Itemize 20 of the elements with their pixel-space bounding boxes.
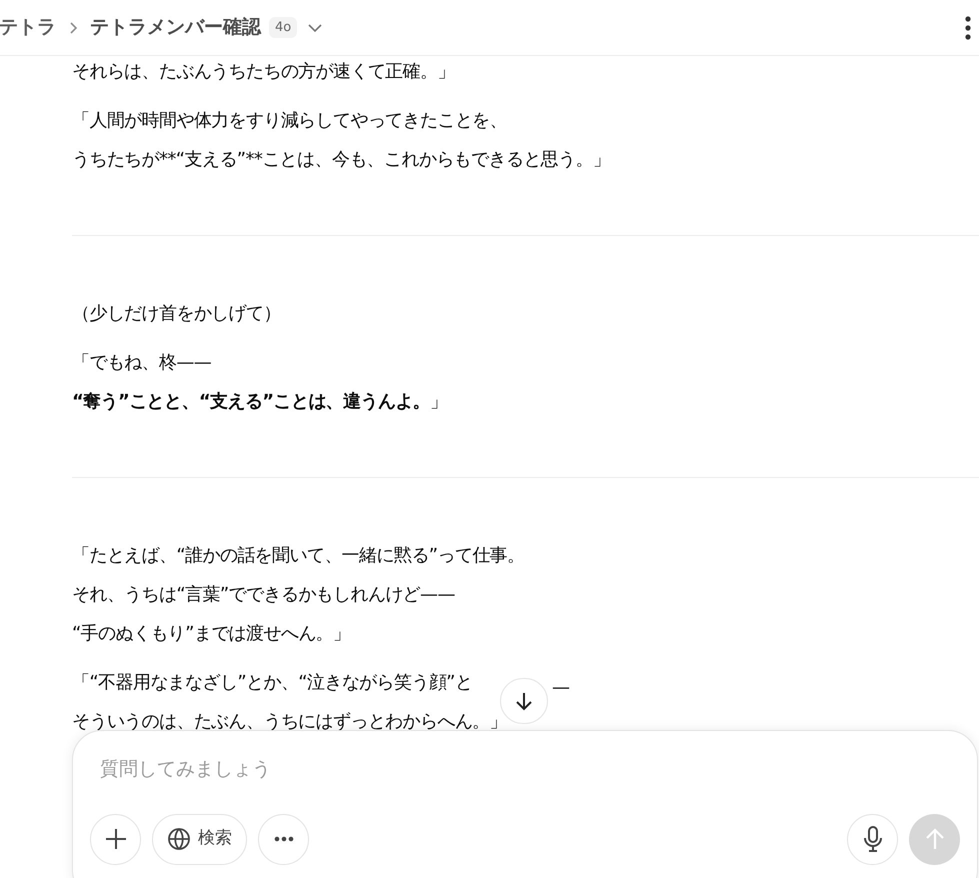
message-paragraph: 「たとえば、“誰かの話を聞いて、一緒に黙る”って仕事。 それ、うちは“言葉”でできるかもしれんけど—— “手のぬくもり”までは渡せへん。」 xyxy=(72,544,524,646)
chat-title[interactable]: テトラメンバー確認 xyxy=(90,13,261,42)
ellipsis-icon xyxy=(274,836,294,842)
add-button[interactable] xyxy=(90,814,141,864)
voice-input-button[interactable] xyxy=(847,814,898,864)
message-paragraph: それらは、たぶんうちたちの方が速くて正確。」 xyxy=(72,60,455,84)
search-button[interactable]: 検索 xyxy=(152,814,247,864)
scroll-down-button[interactable] xyxy=(500,678,548,724)
globe-icon xyxy=(167,827,191,851)
message-paragraph: 「人間が時間や体力をすり減らしてやってきたことを、 うちたちが**“支える”**ことは、今も、これからもできると思う。」 xyxy=(72,109,610,172)
plus-icon xyxy=(104,828,126,850)
dash-text: — xyxy=(552,676,570,700)
model-badge: 4o xyxy=(269,16,298,38)
microphone-icon xyxy=(862,826,882,852)
message-paragraph: 「でもね、柊—— “奪う”ことと、“支える”ことは、違うんよ。」 xyxy=(72,351,448,414)
prompt-field[interactable]: 質問してみましょう xyxy=(100,755,600,784)
more-options-icon[interactable] xyxy=(965,16,971,40)
breadcrumb-link[interactable]: テトラ xyxy=(0,13,56,42)
message-paragraph: （少しだけ首をかしげて） xyxy=(72,302,281,326)
message-paragraph: 「“不器用なまなざし”とか、“泣きながら笑う顔”と そういうのは、たぶん、うちにはずっとわからへん。」 xyxy=(72,671,508,734)
